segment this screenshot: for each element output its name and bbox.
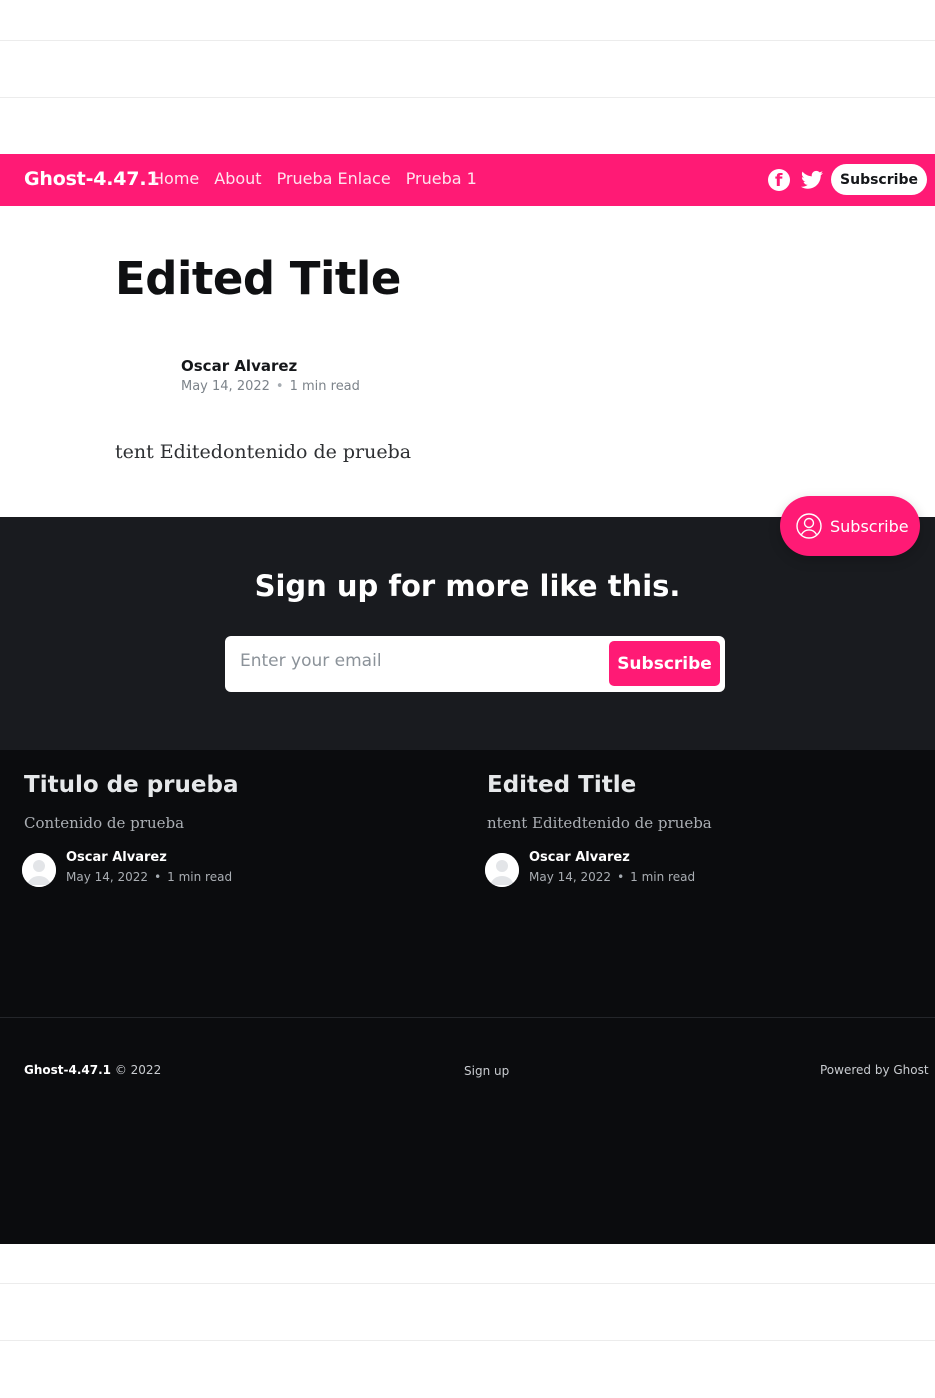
post-title: Edited Title (115, 252, 401, 305)
avatar-placeholder-icon (485, 853, 519, 887)
nav-link-prueba-1[interactable]: Prueba 1 (406, 169, 477, 188)
facebook-icon[interactable]: f (768, 169, 790, 191)
site-header: Ghost-4.47.1 Home About Prueba Enlace Pr… (0, 154, 935, 206)
portal-subscribe-label: Subscribe (830, 516, 909, 536)
avatar-placeholder-icon (22, 853, 56, 887)
related-card-author[interactable]: Oscar Alvarez (529, 850, 630, 865)
related-card-title[interactable]: Titulo de prueba (24, 772, 238, 798)
footer-copyright-year: © 2022 (114, 1063, 162, 1077)
cta-subscribe-button[interactable]: Subscribe (609, 641, 720, 686)
nav-link-home[interactable]: Home (152, 169, 199, 188)
footer-powered-by-link[interactable]: Powered by Ghost (820, 1063, 929, 1077)
avatar[interactable] (483, 851, 521, 889)
related-card-read-time: 1 min read (167, 870, 233, 884)
email-input[interactable]: Enter your email (240, 651, 600, 671)
post-date: May 14, 2022 (181, 379, 270, 394)
post-body: tent Editedontenido de prueba (115, 441, 412, 463)
cta-title: Sign up for more like this. (254, 569, 681, 603)
main-nav: Home About Prueba Enlace Prueba 1 (152, 169, 477, 188)
related-card-meta: May 14, 2022 • 1 min read (66, 870, 232, 884)
meta-separator: • (154, 870, 162, 884)
related-posts: Titulo de prueba Contenido de prueba Osc… (0, 750, 935, 1244)
meta-separator: • (617, 870, 625, 884)
post-author-name[interactable]: Oscar Alvarez (181, 357, 297, 375)
post-meta: May 14, 2022 • 1 min read (181, 379, 360, 394)
header-subscribe-button[interactable]: Subscribe (831, 164, 927, 195)
avatar[interactable] (20, 851, 58, 889)
site-brand[interactable]: Ghost-4.47.1 (24, 168, 160, 190)
nav-link-about[interactable]: About (214, 169, 261, 188)
related-card-excerpt: Contenido de prueba (24, 814, 185, 832)
related-card-title[interactable]: Edited Title (487, 772, 636, 798)
top-divider-2 (0, 97, 935, 98)
meta-separator: • (275, 379, 284, 394)
nav-link-prueba-enlace[interactable]: Prueba Enlace (277, 169, 391, 188)
related-card-author[interactable]: Oscar Alvarez (66, 850, 167, 865)
footer-copyright: Ghost-4.47.1 © 2022 (24, 1063, 161, 1077)
portal-subscribe-button[interactable]: Subscribe (780, 496, 920, 556)
related-card-meta: May 14, 2022 • 1 min read (529, 870, 695, 884)
user-circle-icon (796, 513, 822, 539)
related-card-read-time: 1 min read (630, 870, 696, 884)
footer-divider (0, 1017, 935, 1018)
related-card-date: May 14, 2022 (66, 870, 149, 884)
bottom-divider-1 (0, 1283, 935, 1284)
twitter-icon[interactable] (801, 170, 823, 190)
footer-signup-link[interactable]: Sign up (464, 1064, 509, 1078)
bottom-divider-2 (0, 1340, 935, 1341)
signup-form: Enter your email Subscribe (225, 636, 725, 692)
related-card-excerpt: ntent Editedtenido de prueba (487, 814, 712, 832)
post-read-time: 1 min read (289, 379, 360, 394)
footer-site-link[interactable]: Ghost-4.47.1 (24, 1063, 111, 1077)
related-card-date: May 14, 2022 (529, 870, 612, 884)
top-divider-1 (0, 40, 935, 41)
